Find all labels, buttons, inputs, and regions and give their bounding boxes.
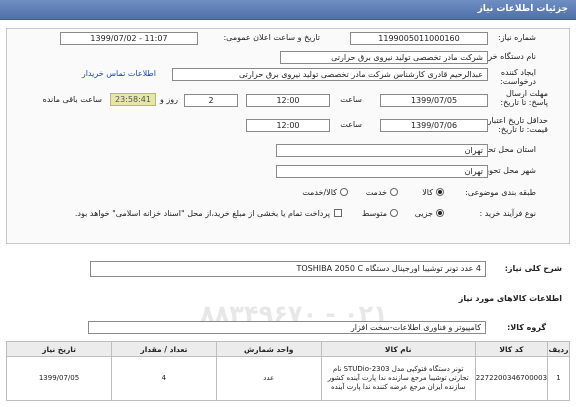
col-code: کد کالا	[474, 341, 549, 357]
col-qty: تعداد / مقدار	[111, 341, 217, 357]
deadline-time-label: ساعت	[340, 95, 362, 104]
category-both-label: کالا/خدمت	[302, 188, 337, 197]
goods-table: ردیف کد کالا نام کالا واحد شمارش تعداد /…	[5, 341, 570, 401]
goods-group-label: گروه کالا:	[507, 323, 546, 332]
process-label: نوع فرآیند خرید :	[479, 209, 536, 218]
col-row: ردیف	[547, 341, 570, 357]
cell-date: 1399/07/05	[5, 356, 113, 401]
col-date: تاریخ نیاز	[5, 341, 113, 357]
page-title: جزئیات اطلاعات نیاز	[477, 4, 568, 14]
process-minor-radio[interactable]	[436, 209, 444, 217]
category-label: طبقه بندی موضوعی:	[465, 188, 536, 197]
price-time-field: 12:00	[246, 119, 330, 132]
province-field: تهران	[276, 144, 488, 157]
process-medium-radio[interactable]	[390, 209, 398, 217]
days-field: 2	[184, 94, 238, 107]
deadline-label: مهلت ارسال پاسخ: تا تاریخ:	[500, 89, 548, 107]
buyer-contact-link[interactable]: اطلاعات تماس خریدار	[82, 69, 156, 78]
goods-group-field: کامپیوتر و فناوری اطلاعات-سخت افزار	[88, 321, 486, 334]
creator-field: عبدالرحیم قادری کارشناس شرکت مادر تخصصی …	[172, 68, 488, 81]
goods-section-title: اطلاعات کالاهای مورد نیاز	[458, 294, 562, 303]
category-goods-radio[interactable]	[436, 188, 444, 196]
announce-label: تاریخ و ساعت اعلان عمومی:	[223, 33, 320, 42]
category-goods-label: کالا	[422, 188, 433, 197]
header-bar: جزئیات اطلاعات نیاز	[0, 0, 576, 20]
cell-row: 1	[547, 356, 570, 401]
need-number-label: شماره نیاز:	[498, 33, 536, 42]
deadline-date-field: 1399/07/05	[380, 94, 488, 107]
cell-code: 2272200346700003	[474, 356, 549, 401]
category-service-radio[interactable]	[390, 188, 398, 196]
process-minor-label: جزیی	[414, 209, 433, 218]
creator-label: ایجاد کننده درخواست:	[500, 68, 536, 86]
table-row: 1 2272200346700003 تونر دستگاه فتوکپی مد…	[5, 356, 570, 401]
category-both-radio[interactable]	[340, 188, 348, 196]
treasury-payment-note: پرداخت تمام یا بخشی از مبلغ خرید،از محل …	[74, 209, 330, 218]
category-service-label: خدمت	[365, 188, 387, 197]
remaining-label: ساعت باقی مانده	[42, 95, 102, 104]
announce-field: 1399/07/02 - 11:07	[60, 32, 198, 45]
goods-table-header: ردیف کد کالا نام کالا واحد شمارش تعداد /…	[5, 341, 570, 357]
days-label: روز و	[160, 95, 178, 104]
price-validity-label: حداقل تاریخ اعتبار قیمت: تا تاریخ:	[487, 116, 548, 134]
treasury-payment-checkbox[interactable]	[334, 209, 342, 217]
summary-field: 4 عدد تونر توشیبا اورجینال دستگاه TOSHIB…	[90, 261, 486, 277]
cell-unit: عدد	[215, 356, 322, 401]
countdown-timer: 23:58:41	[110, 93, 156, 106]
price-time-label: ساعت	[340, 120, 362, 129]
city-field: تهران	[276, 165, 488, 178]
summary-label: شرح کلی نیاز:	[504, 264, 562, 273]
col-unit: واحد شمارش	[215, 341, 322, 357]
deadline-time-field: 12:00	[246, 94, 330, 107]
col-name: نام کالا	[320, 341, 476, 357]
price-date-field: 1399/07/06	[380, 119, 488, 132]
need-number-field: 1199005011000160	[350, 32, 488, 45]
buyer-field: شرکت مادر تخصصی تولید نیروی برق حرارتی	[280, 51, 488, 64]
cell-qty: 4	[111, 356, 217, 401]
cell-name: تونر دستگاه فتوکپی مدل STUDio-2303 نام ت…	[320, 356, 476, 401]
process-medium-label: متوسط	[361, 209, 387, 218]
